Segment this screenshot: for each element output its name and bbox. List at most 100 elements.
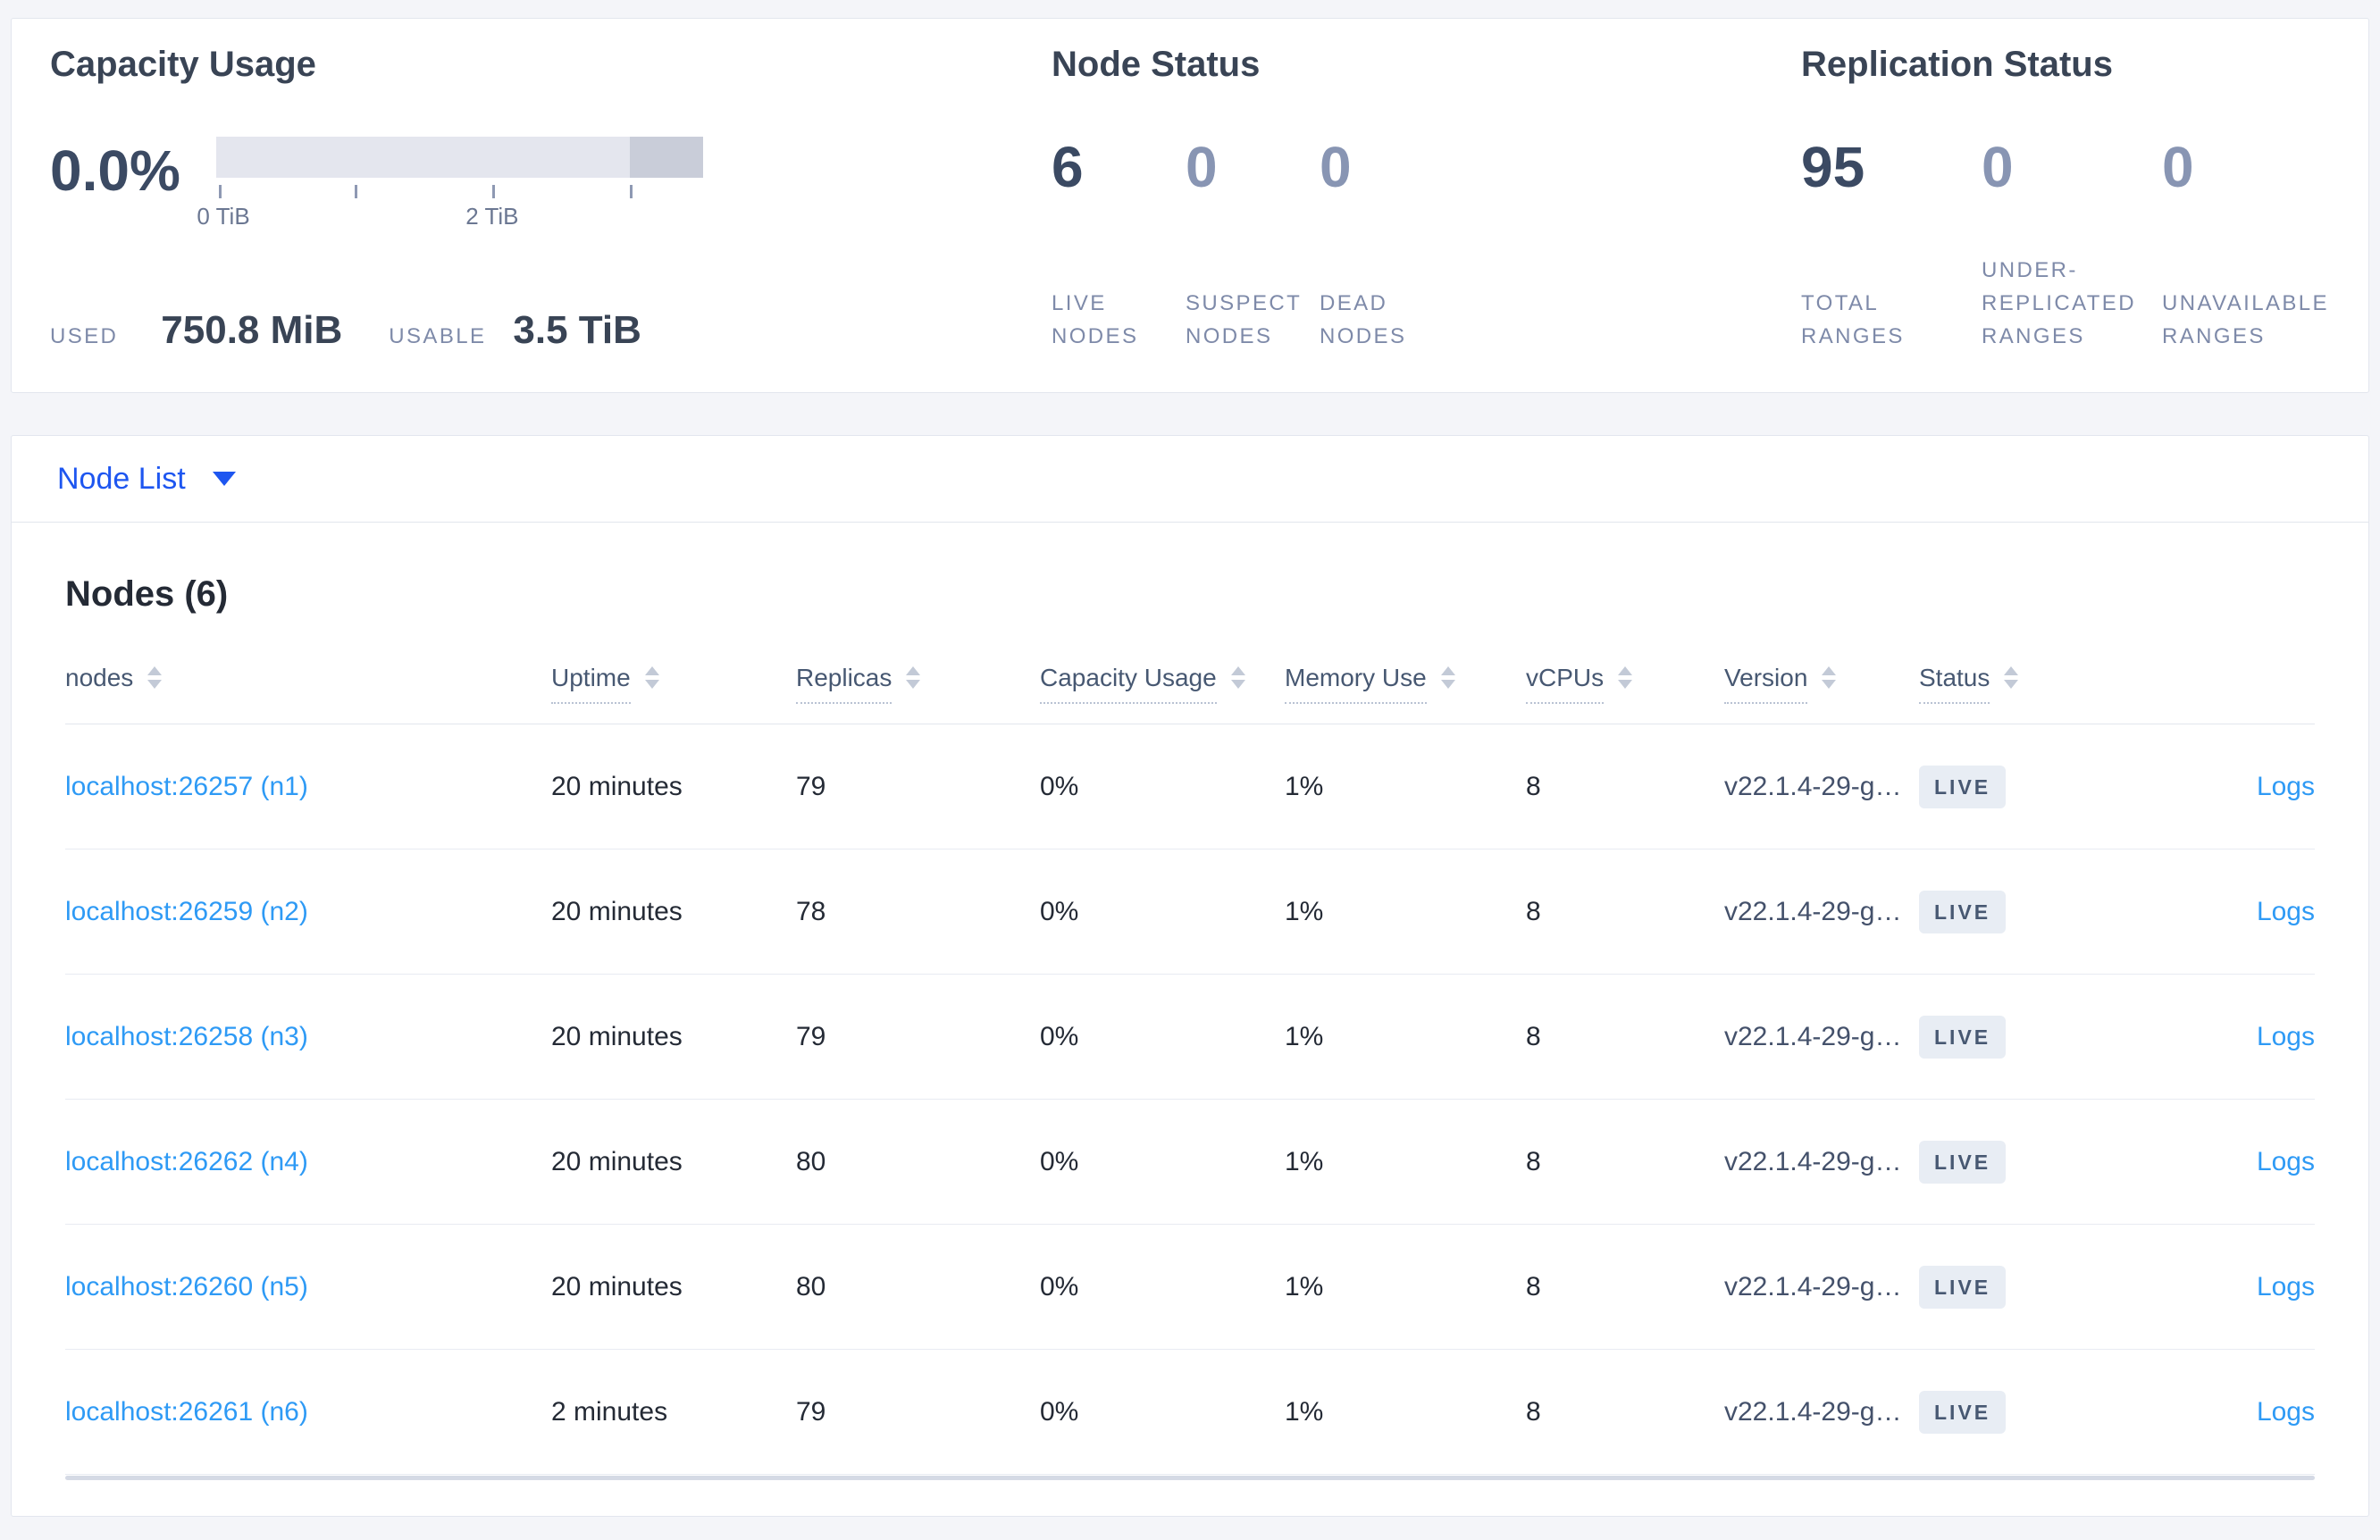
column-header-memory-use[interactable]: Memory Use [1285,663,1526,704]
live-nodes-label: LIVE NODES [1052,291,1139,348]
replicas-cell: 80 [796,1271,826,1301]
sort-icon [1440,666,1455,689]
logs-link[interactable]: Logs [2257,1397,2315,1427]
nodes-section-title: Nodes (6) [65,574,229,614]
status-badge: LIVE [1919,1265,2007,1309]
node-link[interactable]: localhost:26261 (n6) [65,1397,308,1427]
capacity-percent-value: 0.0% [50,138,180,203]
node-list-dropdown-label[interactable]: Node List [57,462,186,497]
capacity-cell: 0% [1040,1146,1079,1176]
version-cell: v22.1.4-29-g… [1724,1396,1902,1427]
logs-link[interactable]: Logs [2257,772,2315,801]
unavailable-ranges-value: 0 [2162,135,2194,199]
column-header-uptime[interactable]: Uptime [551,663,796,704]
sort-icon [1230,666,1245,689]
table-header-row: nodes Uptime Replicas Capacity Usage Mem… [65,645,2315,724]
node-link[interactable]: localhost:26262 (n4) [65,1147,308,1176]
table-row: localhost:26258 (n3) 20 minutes 79 0% 1%… [65,975,2315,1100]
dead-nodes-stat: 0 DEAD NODES [1320,137,1454,353]
vcpus-cell: 8 [1526,1146,1541,1176]
suspect-nodes-value: 0 [1186,135,1218,199]
logs-link[interactable]: Logs [2257,1147,2315,1176]
suspect-nodes-stat: 0 SUSPECT NODES [1186,137,1320,353]
node-link[interactable]: localhost:26257 (n1) [65,772,308,801]
suspect-nodes-label: SUSPECT NODES [1186,291,1302,348]
node-list-dropdown[interactable]: Node List [12,436,2368,523]
sort-icon [147,666,163,689]
tick-mark [630,185,633,198]
capacity-usage-title: Capacity Usage [50,45,316,84]
horizontal-scrollbar[interactable] [65,1476,2315,1480]
uptime-cell: 20 minutes [551,896,683,926]
tick-label-0tib: 0 TiB [197,203,250,230]
node-list-card: Node List Nodes (6) nodes Uptime Replica… [11,435,2369,1517]
capacity-cell: 0% [1040,1021,1079,1051]
under-replicated-ranges-label: UNDER-REPLICATED RANGES [1982,258,2136,348]
memory-cell: 1% [1285,771,1324,801]
column-header-vcpus[interactable]: vCPUs [1526,663,1724,704]
capacity-gauge-reserved-segment [630,137,703,178]
replicas-cell: 78 [796,896,826,926]
version-cell: v22.1.4-29-g… [1724,1021,1902,1051]
version-cell: v22.1.4-29-g… [1724,1271,1902,1301]
status-badge: LIVE [1919,765,2007,808]
capacity-gauge: 0 TiB 2 TiB [197,137,703,233]
status-badge: LIVE [1919,890,2007,933]
unavailable-ranges-stat: 0 UNAVAILABLE RANGES [2162,137,2342,353]
total-ranges-value: 95 [1801,135,1865,199]
status-badge: LIVE [1919,1390,2007,1434]
table-row: localhost:26257 (n1) 20 minutes 79 0% 1%… [65,724,2315,850]
under-replicated-ranges-value: 0 [1982,135,2014,199]
column-header-status[interactable]: Status [1919,663,2124,704]
table-row: localhost:26259 (n2) 20 minutes 78 0% 1%… [65,850,2315,975]
column-header-version[interactable]: Version [1724,663,1919,704]
sort-icon [906,666,921,689]
sort-icon [644,666,659,689]
table-row: localhost:26260 (n5) 20 minutes 80 0% 1%… [65,1225,2315,1350]
capacity-cell: 0% [1040,1396,1079,1427]
dead-nodes-value: 0 [1320,135,1352,199]
usable-value: 3.5 TiB [513,308,641,352]
vcpus-cell: 8 [1526,1021,1541,1051]
tick-mark [218,185,222,198]
memory-cell: 1% [1285,896,1324,926]
used-label: USED [50,324,119,348]
tick-mark [354,185,357,198]
node-link[interactable]: localhost:26258 (n3) [65,1022,308,1051]
vcpus-cell: 8 [1526,896,1541,926]
logs-link[interactable]: Logs [2257,1272,2315,1301]
replication-status-panel: Replication Status 95 TOTAL RANGES 0 UND… [1801,42,2368,392]
version-cell: v22.1.4-29-g… [1724,1146,1902,1176]
logs-link[interactable]: Logs [2257,1022,2315,1051]
capacity-gauge-ticks [216,185,703,199]
replicas-cell: 79 [796,771,826,801]
column-header-replicas[interactable]: Replicas [796,663,1040,704]
vcpus-cell: 8 [1526,771,1541,801]
table-row: localhost:26262 (n4) 20 minutes 80 0% 1%… [65,1100,2315,1225]
usable-label: USABLE [389,324,487,348]
node-status-panel: Node Status 6 LIVE NODES 0 SUSPECT NODES… [1052,42,1801,392]
uptime-cell: 20 minutes [551,771,683,801]
live-nodes-value: 6 [1052,135,1084,199]
uptime-cell: 2 minutes [551,1396,668,1427]
table-row: localhost:26261 (n6) 2 minutes 79 0% 1% … [65,1350,2315,1475]
version-cell: v22.1.4-29-g… [1724,896,1902,926]
cluster-summary-card: Capacity Usage 0.0% 0 TiB 2 TiB USED 750… [11,18,2369,393]
used-value: 750.8 MiB [161,308,343,352]
dead-nodes-label: DEAD NODES [1320,291,1407,348]
capacity-usage-panel: Capacity Usage 0.0% 0 TiB 2 TiB USED 750… [50,42,1052,392]
memory-cell: 1% [1285,1396,1324,1427]
node-link[interactable]: localhost:26260 (n5) [65,1272,308,1301]
vcpus-cell: 8 [1526,1396,1541,1427]
vcpus-cell: 8 [1526,1271,1541,1301]
logs-link[interactable]: Logs [2257,897,2315,926]
uptime-cell: 20 minutes [551,1146,683,1176]
tick-mark [491,185,495,198]
column-header-nodes[interactable]: nodes [65,663,551,693]
replicas-cell: 79 [796,1396,826,1427]
sort-icon [2004,666,2019,689]
capacity-cell: 0% [1040,896,1079,926]
node-link[interactable]: localhost:26259 (n2) [65,897,308,926]
replication-status-title: Replication Status [1801,45,2113,84]
column-header-capacity-usage[interactable]: Capacity Usage [1040,663,1285,704]
